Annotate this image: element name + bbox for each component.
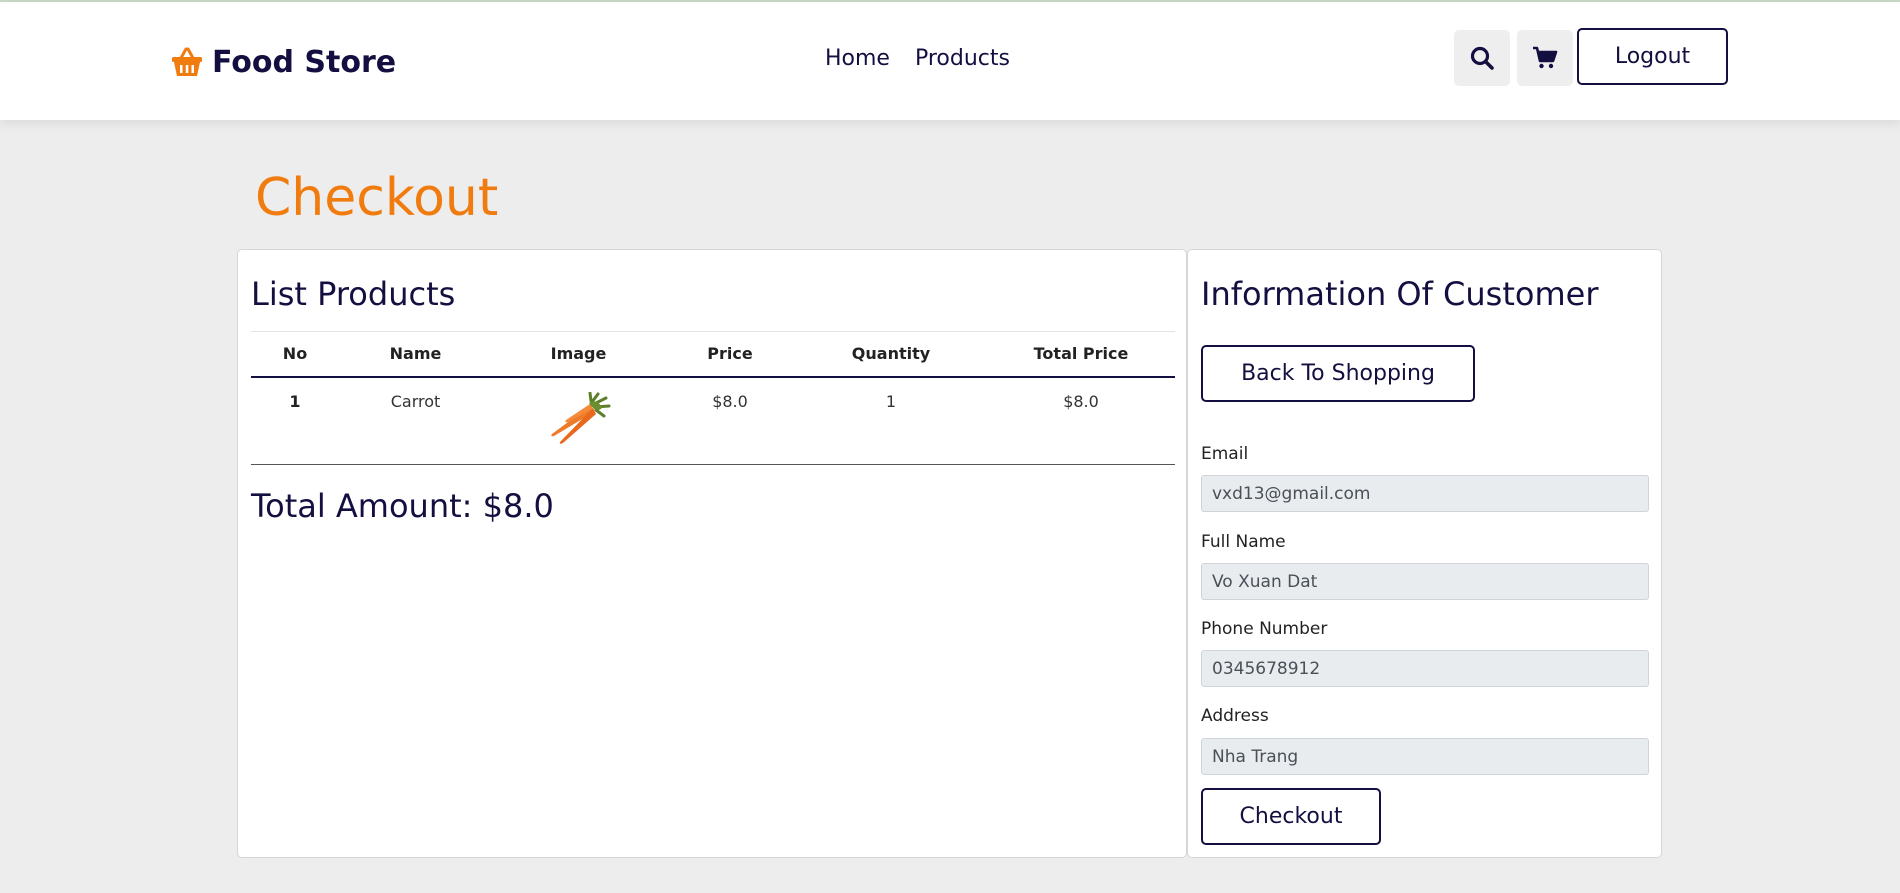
fullname-field[interactable]: [1201, 563, 1649, 600]
search-icon: [1470, 46, 1494, 70]
page-title: Checkout: [255, 168, 499, 228]
address-field[interactable]: [1201, 738, 1649, 775]
row-total-price: $8.0: [1063, 391, 1099, 411]
row-price: $8.0: [712, 391, 748, 411]
column-header-no: No: [282, 344, 308, 364]
email-field[interactable]: [1201, 475, 1649, 512]
logout-button[interactable]: Logout: [1577, 28, 1728, 85]
search-button[interactable]: [1454, 30, 1510, 86]
row-no: 1: [289, 391, 301, 411]
logo-text: Food Store: [212, 44, 397, 80]
nav-home[interactable]: Home: [825, 46, 890, 71]
cart-icon: [1533, 46, 1558, 69]
table-row: 1 Carrot $8.0 1 $8.0: [251, 377, 1175, 465]
nav-products[interactable]: Products: [915, 46, 1010, 71]
column-header-name: Name: [389, 344, 442, 364]
customer-panel: Information Of Customer Back To Shopping…: [1187, 249, 1662, 858]
products-panel-title: List Products: [251, 275, 456, 313]
column-header-total-price: Total Price: [1033, 344, 1129, 364]
cart-button[interactable]: [1517, 30, 1573, 86]
column-header-image: Image: [550, 344, 607, 364]
back-to-shopping-button[interactable]: Back To Shopping: [1201, 345, 1475, 402]
row-image-cell: [492, 377, 665, 465]
phone-label: Phone Number: [1201, 619, 1328, 639]
products-panel: List Products No Name Image Price Quanti…: [237, 249, 1187, 858]
logo[interactable]: Food Store: [170, 42, 396, 82]
row-quantity: 1: [885, 391, 897, 411]
row-name: Carrot: [390, 391, 441, 411]
column-header-price: Price: [707, 344, 753, 364]
total-amount: Total Amount: $8.0: [251, 487, 554, 525]
phone-field[interactable]: [1201, 650, 1649, 687]
checkout-button[interactable]: Checkout: [1201, 788, 1381, 845]
carrot-image: [546, 391, 612, 446]
site-header: Food Store Home Products Logout: [0, 2, 1900, 120]
products-table: No Name Image Price Quantity Total Price…: [251, 331, 1175, 465]
basket-icon: [170, 45, 204, 79]
table-header-row: No Name Image Price Quantity Total Price: [251, 331, 1175, 377]
fullname-label: Full Name: [1201, 532, 1286, 552]
address-label: Address: [1201, 706, 1269, 726]
email-label: Email: [1201, 444, 1249, 464]
column-header-quantity: Quantity: [851, 344, 931, 364]
main-nav: Home Products: [825, 46, 1010, 71]
customer-panel-title: Information Of Customer: [1201, 275, 1599, 313]
